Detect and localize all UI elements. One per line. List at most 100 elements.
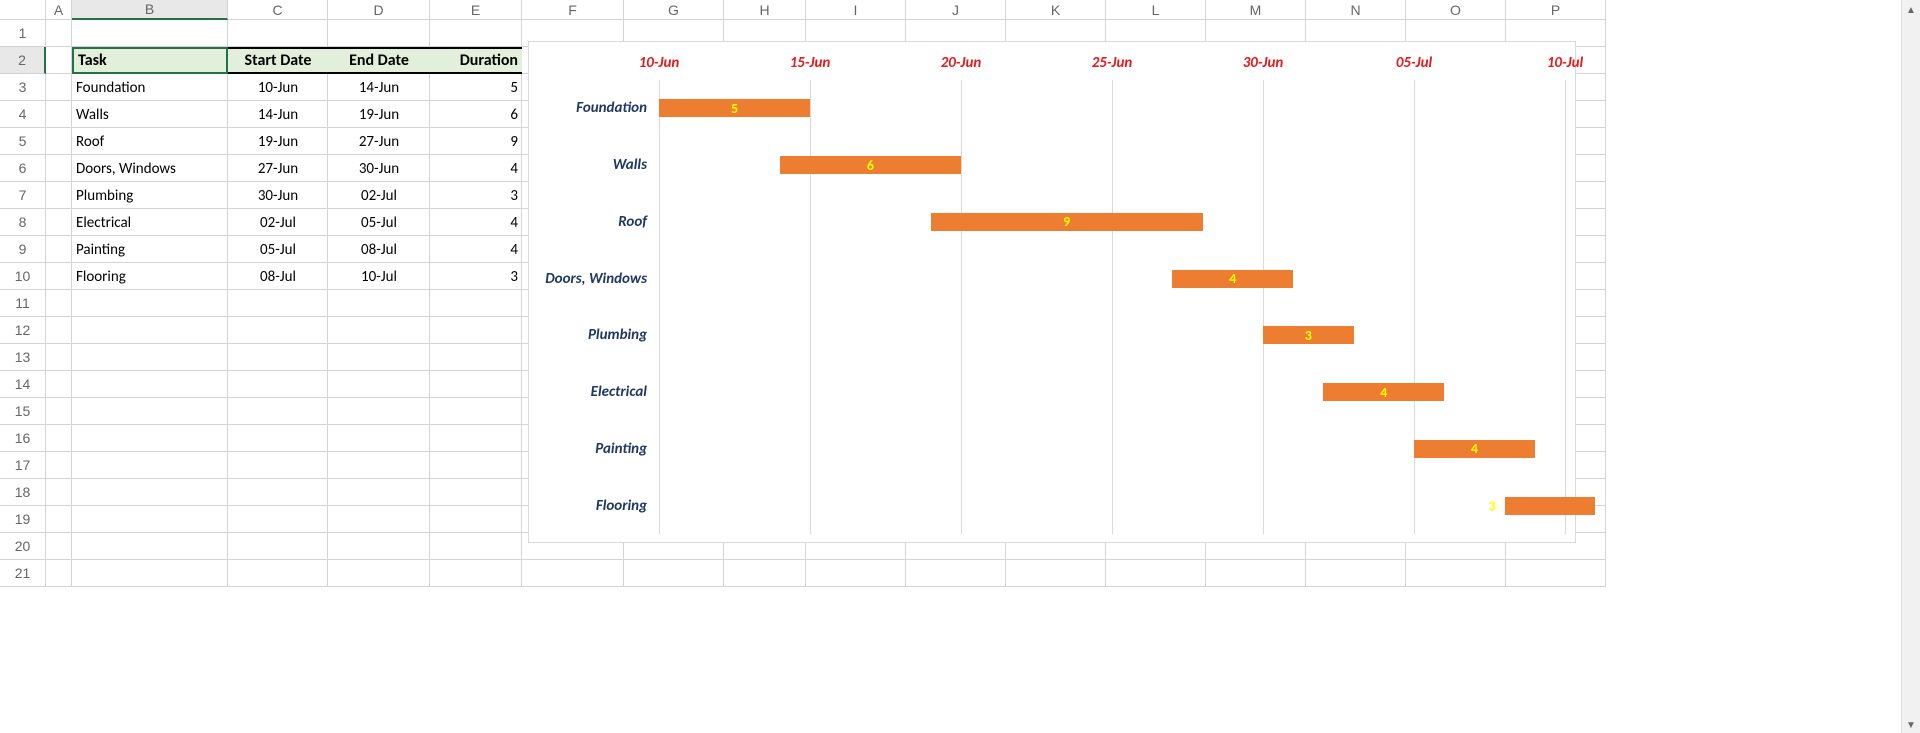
cell-task[interactable]: Flooring — [72, 263, 228, 290]
col-hdr-C[interactable]: C — [228, 0, 328, 20]
cell-start[interactable]: 10-Jun — [228, 74, 328, 101]
cell-start[interactable]: 14-Jun — [228, 101, 328, 128]
cell-start[interactable]: 19-Jun — [228, 128, 328, 155]
cell-task[interactable]: Walls — [72, 101, 228, 128]
row-hdr-1[interactable]: 1 — [0, 20, 46, 47]
col-hdr-J[interactable]: J — [906, 0, 1006, 20]
gantt-bar[interactable]: 6 — [780, 156, 961, 174]
cell-end[interactable]: 14-Jun — [328, 74, 430, 101]
bar-value-label: 4 — [1229, 270, 1236, 287]
column-headers[interactable]: ABCDEFGHIJKLMNOP — [46, 0, 1606, 20]
cell-duration[interactable]: 3 — [430, 263, 522, 290]
cell-end[interactable]: 02-Jul — [328, 182, 430, 209]
col-hdr-K[interactable]: K — [1006, 0, 1106, 20]
scroll-up-icon[interactable]: ▲ — [1902, 0, 1920, 18]
cell-end[interactable]: 19-Jun — [328, 101, 430, 128]
col-hdr-B[interactable]: B — [72, 0, 228, 20]
row-hdr-21[interactable]: 21 — [0, 560, 46, 587]
cell-start[interactable]: 08-Jul — [228, 263, 328, 290]
gantt-bar[interactable]: 9 — [931, 213, 1203, 231]
gantt-bar[interactable]: 5 — [659, 99, 810, 117]
plot-area: Foundation5Walls6Roof9Doors, Windows4Plu… — [659, 80, 1565, 534]
col-hdr-O[interactable]: O — [1406, 0, 1506, 20]
row-hdr-4[interactable]: 4 — [0, 101, 46, 128]
col-hdr-D[interactable]: D — [328, 0, 430, 20]
y-category-label: Electrical — [591, 383, 659, 401]
bar-value-label: 9 — [1063, 213, 1070, 230]
gantt-chart[interactable]: Foundation5Walls6Roof9Doors, Windows4Plu… — [528, 41, 1576, 543]
col-hdr-M[interactable]: M — [1206, 0, 1306, 20]
cell-start[interactable]: 30-Jun — [228, 182, 328, 209]
gantt-bar[interactable]: 4 — [1414, 440, 1535, 458]
bar-value-label: 4 — [1471, 440, 1478, 457]
row-hdr-5[interactable]: 5 — [0, 128, 46, 155]
cell-start[interactable]: 05-Jul — [228, 236, 328, 263]
gantt-bar[interactable]: 3 — [1505, 497, 1596, 515]
row-hdr-8[interactable]: 8 — [0, 209, 46, 236]
row-hdr-20[interactable]: 20 — [0, 533, 46, 560]
row-hdr-16[interactable]: 16 — [0, 425, 46, 452]
cell-duration[interactable]: 4 — [430, 155, 522, 182]
row-hdr-11[interactable]: 11 — [0, 290, 46, 317]
cell-duration[interactable]: 4 — [430, 236, 522, 263]
col-hdr-N[interactable]: N — [1306, 0, 1406, 20]
col-hdr-L[interactable]: L — [1106, 0, 1206, 20]
table-header-task[interactable]: Task — [72, 47, 228, 74]
row-hdr-10[interactable]: 10 — [0, 263, 46, 290]
col-hdr-A[interactable]: A — [46, 0, 72, 20]
bar-value-label: 3 — [1489, 497, 1496, 514]
x-tick-label: 25-Jun — [1092, 54, 1133, 72]
row-hdr-7[interactable]: 7 — [0, 182, 46, 209]
cell-end[interactable]: 10-Jul — [328, 263, 430, 290]
vertical-scrollbar[interactable]: ▲▼ — [1901, 0, 1920, 733]
y-category-label: Walls — [613, 156, 659, 174]
col-hdr-H[interactable]: H — [724, 0, 806, 20]
row-hdr-9[interactable]: 9 — [0, 236, 46, 263]
cell-task[interactable]: Foundation — [72, 74, 228, 101]
row-hdr-2[interactable]: 2 — [0, 47, 46, 74]
cell-duration[interactable]: 6 — [430, 101, 522, 128]
row-hdr-17[interactable]: 17 — [0, 452, 46, 479]
col-hdr-G[interactable]: G — [624, 0, 724, 20]
scroll-down-icon[interactable]: ▼ — [1902, 715, 1920, 733]
row-hdr-3[interactable]: 3 — [0, 74, 46, 101]
row-hdr-19[interactable]: 19 — [0, 506, 46, 533]
col-hdr-I[interactable]: I — [806, 0, 906, 20]
table-header-start[interactable]: Start Date — [228, 47, 328, 74]
row-headers[interactable]: 123456789101112131415161718192021 — [0, 20, 46, 587]
gantt-bar[interactable]: 4 — [1323, 383, 1444, 401]
x-tick-label: 30-Jun — [1243, 54, 1284, 72]
col-hdr-E[interactable]: E — [430, 0, 522, 20]
col-hdr-P[interactable]: P — [1506, 0, 1606, 20]
row-hdr-18[interactable]: 18 — [0, 479, 46, 506]
cell-end[interactable]: 05-Jul — [328, 209, 430, 236]
col-hdr-F[interactable]: F — [522, 0, 624, 20]
cell-start[interactable]: 02-Jul — [228, 209, 328, 236]
cell-duration[interactable]: 3 — [430, 182, 522, 209]
cell-task[interactable]: Doors, Windows — [72, 155, 228, 182]
gantt-bar[interactable]: 3 — [1263, 326, 1354, 344]
cell-start[interactable]: 27-Jun — [228, 155, 328, 182]
cell-duration[interactable]: 9 — [430, 128, 522, 155]
y-category-label: Doors, Windows — [545, 270, 659, 288]
bar-value-label: 5 — [731, 100, 738, 117]
cell-duration[interactable]: 5 — [430, 74, 522, 101]
gantt-bar[interactable]: 4 — [1172, 270, 1293, 288]
cell-task[interactable]: Painting — [72, 236, 228, 263]
cell-end[interactable]: 30-Jun — [328, 155, 430, 182]
cell-end[interactable]: 27-Jun — [328, 128, 430, 155]
cell-duration[interactable]: 4 — [430, 209, 522, 236]
row-hdr-12[interactable]: 12 — [0, 317, 46, 344]
cell-task[interactable]: Electrical — [72, 209, 228, 236]
cell-task[interactable]: Roof — [72, 128, 228, 155]
y-category-label: Painting — [595, 440, 659, 458]
row-hdr-13[interactable]: 13 — [0, 344, 46, 371]
row-hdr-15[interactable]: 15 — [0, 398, 46, 425]
row-hdr-6[interactable]: 6 — [0, 155, 46, 182]
table-header-end[interactable]: End Date — [328, 47, 430, 74]
cell-end[interactable]: 08-Jul — [328, 236, 430, 263]
cell-task[interactable]: Plumbing — [72, 182, 228, 209]
table-header-duration[interactable]: Duration — [430, 47, 522, 74]
grid-line — [1263, 80, 1264, 534]
row-hdr-14[interactable]: 14 — [0, 371, 46, 398]
